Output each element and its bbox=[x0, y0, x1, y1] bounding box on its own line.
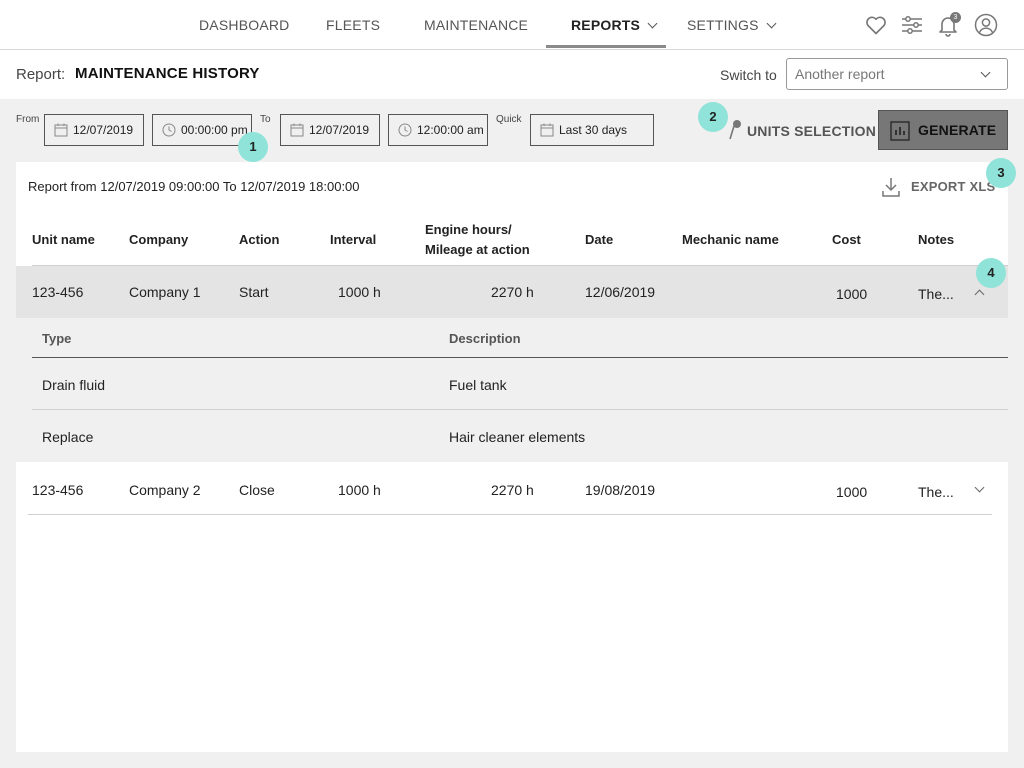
annotation-marker: 1 bbox=[238, 132, 268, 162]
from-date-field[interactable]: 12/07/2019 bbox=[44, 114, 144, 146]
switch-label: Switch to bbox=[720, 67, 777, 83]
detail-header-divider bbox=[32, 357, 1008, 358]
from-date-value: 12/07/2019 bbox=[73, 123, 134, 137]
nav-settings-label: SETTINGS bbox=[687, 17, 759, 33]
cell-date: 19/08/2019 bbox=[585, 482, 656, 498]
chevron-down-icon bbox=[980, 67, 991, 78]
cell-action: Start bbox=[239, 284, 269, 300]
column-header-engine-line2: Mileage at action bbox=[425, 242, 530, 257]
active-tab-indicator bbox=[546, 45, 666, 48]
heart-icon[interactable] bbox=[864, 13, 888, 37]
to-date-value: 12/07/2019 bbox=[309, 123, 370, 137]
row-details-panel: Type Description Drain fluid Fuel tank R… bbox=[16, 318, 1008, 462]
annotation-marker: 3 bbox=[986, 158, 1016, 188]
cell-interval: 1000 h bbox=[338, 482, 381, 498]
pin-icon bbox=[729, 120, 741, 140]
chevron-down-icon bbox=[647, 18, 658, 29]
report-header: Report: MAINTENANCE HISTORY Switch to An… bbox=[0, 50, 1024, 99]
chevron-down-icon[interactable] bbox=[974, 482, 985, 493]
nav-dashboard[interactable]: DASHBOARD bbox=[199, 0, 289, 50]
quick-range-select[interactable]: Last 30 days bbox=[530, 114, 654, 146]
report-switch-select[interactable]: Another report bbox=[786, 58, 1008, 90]
clock-icon bbox=[162, 123, 176, 137]
table-row[interactable]: 123-456 Company 1 Start 1000 h 2270 h 12… bbox=[16, 266, 1008, 318]
detail-description: Fuel tank bbox=[449, 377, 507, 393]
calendar-icon bbox=[540, 123, 554, 137]
annotation-marker: 2 bbox=[698, 102, 728, 132]
user-icon[interactable] bbox=[974, 13, 998, 37]
cell-notes: The... bbox=[918, 286, 954, 302]
cell-interval: 1000 h bbox=[338, 284, 381, 300]
quick-range-value: Last 30 days bbox=[559, 123, 628, 137]
cell-engine: 2270 h bbox=[491, 482, 534, 498]
from-label: From bbox=[16, 114, 40, 125]
column-header-company: Company bbox=[129, 232, 189, 247]
column-header-date: Date bbox=[585, 232, 614, 247]
cell-engine: 2270 h bbox=[491, 284, 534, 300]
column-header-mechanic: Mechanic name bbox=[682, 232, 779, 247]
column-header-interval: Interval bbox=[330, 232, 377, 247]
to-time-field[interactable]: 12:00:00 am bbox=[388, 114, 488, 146]
cell-cost: 1000 bbox=[836, 286, 868, 302]
column-header-cost: Cost bbox=[832, 232, 861, 247]
cell-unit: 123-456 bbox=[32, 482, 84, 498]
page-title: MAINTENANCE HISTORY bbox=[75, 65, 260, 82]
calendar-icon bbox=[54, 123, 68, 137]
bar-chart-icon bbox=[890, 121, 910, 141]
from-time-value: 00:00:00 pm bbox=[181, 123, 248, 137]
column-header-engine-line1: Engine hours/ bbox=[425, 222, 512, 237]
cell-date: 12/06/2019 bbox=[585, 284, 656, 300]
detail-description: Hair cleaner elements bbox=[449, 429, 586, 445]
column-header-action: Action bbox=[239, 232, 280, 247]
column-header-unit: Unit name bbox=[32, 232, 95, 247]
detail-type: Drain fluid bbox=[42, 377, 106, 393]
calendar-icon bbox=[290, 123, 304, 137]
detail-header-type: Type bbox=[42, 331, 72, 346]
sliders-icon[interactable] bbox=[900, 13, 924, 37]
notification-badge: 3 bbox=[950, 12, 961, 23]
annotation-marker: 4 bbox=[976, 258, 1006, 288]
nav-fleets[interactable]: FLEETS bbox=[326, 0, 380, 50]
report-switch-placeholder: Another report bbox=[795, 66, 885, 82]
cell-cost: 1000 bbox=[836, 484, 868, 500]
from-time-field[interactable]: 00:00:00 pm bbox=[152, 114, 252, 146]
export-xls-label: EXPORT XLS bbox=[911, 179, 996, 194]
report-label: Report: bbox=[16, 66, 66, 83]
nav-settings[interactable]: SETTINGS bbox=[687, 0, 777, 50]
nav-reports[interactable]: REPORTS bbox=[571, 0, 658, 50]
to-time-value: 12:00:00 am bbox=[417, 123, 484, 137]
cell-company: Company 1 bbox=[129, 284, 201, 300]
row-divider bbox=[28, 514, 992, 515]
download-icon bbox=[882, 178, 900, 197]
to-label: To bbox=[260, 114, 271, 125]
cell-action: Close bbox=[239, 482, 275, 498]
cell-notes: The... bbox=[918, 484, 954, 500]
column-header-notes: Notes bbox=[918, 232, 955, 247]
table-row[interactable]: 123-456 Company 2 Close 1000 h 2270 h 19… bbox=[16, 462, 1008, 514]
to-date-field[interactable]: 12/07/2019 bbox=[280, 114, 380, 146]
detail-header-description: Description bbox=[449, 331, 521, 346]
column-header-engine: Engine hours/ Mileage at action bbox=[425, 220, 530, 260]
detail-type: Replace bbox=[42, 429, 94, 445]
generate-button[interactable]: GENERATE bbox=[878, 110, 1008, 150]
chevron-down-icon bbox=[766, 18, 777, 29]
chevron-up-icon[interactable] bbox=[974, 289, 985, 300]
detail-row-divider bbox=[32, 409, 1008, 410]
clock-icon bbox=[398, 123, 412, 137]
nav-reports-label: REPORTS bbox=[571, 17, 641, 33]
generate-label: GENERATE bbox=[918, 122, 997, 138]
units-selection-label: UNITS SELECTION bbox=[747, 123, 877, 139]
cell-unit: 123-456 bbox=[32, 284, 84, 300]
nav-maintenance[interactable]: MAINTENANCE bbox=[424, 0, 528, 50]
cell-company: Company 2 bbox=[129, 482, 201, 498]
quick-label: Quick bbox=[496, 114, 522, 125]
report-card: Report from 12/07/2019 09:00:00 To 12/07… bbox=[16, 162, 1008, 752]
report-range-text: Report from 12/07/2019 09:00:00 To 12/07… bbox=[28, 179, 360, 194]
top-navigation: DASHBOARD FLEETS MAINTENANCE REPORTS SET… bbox=[0, 0, 1024, 50]
